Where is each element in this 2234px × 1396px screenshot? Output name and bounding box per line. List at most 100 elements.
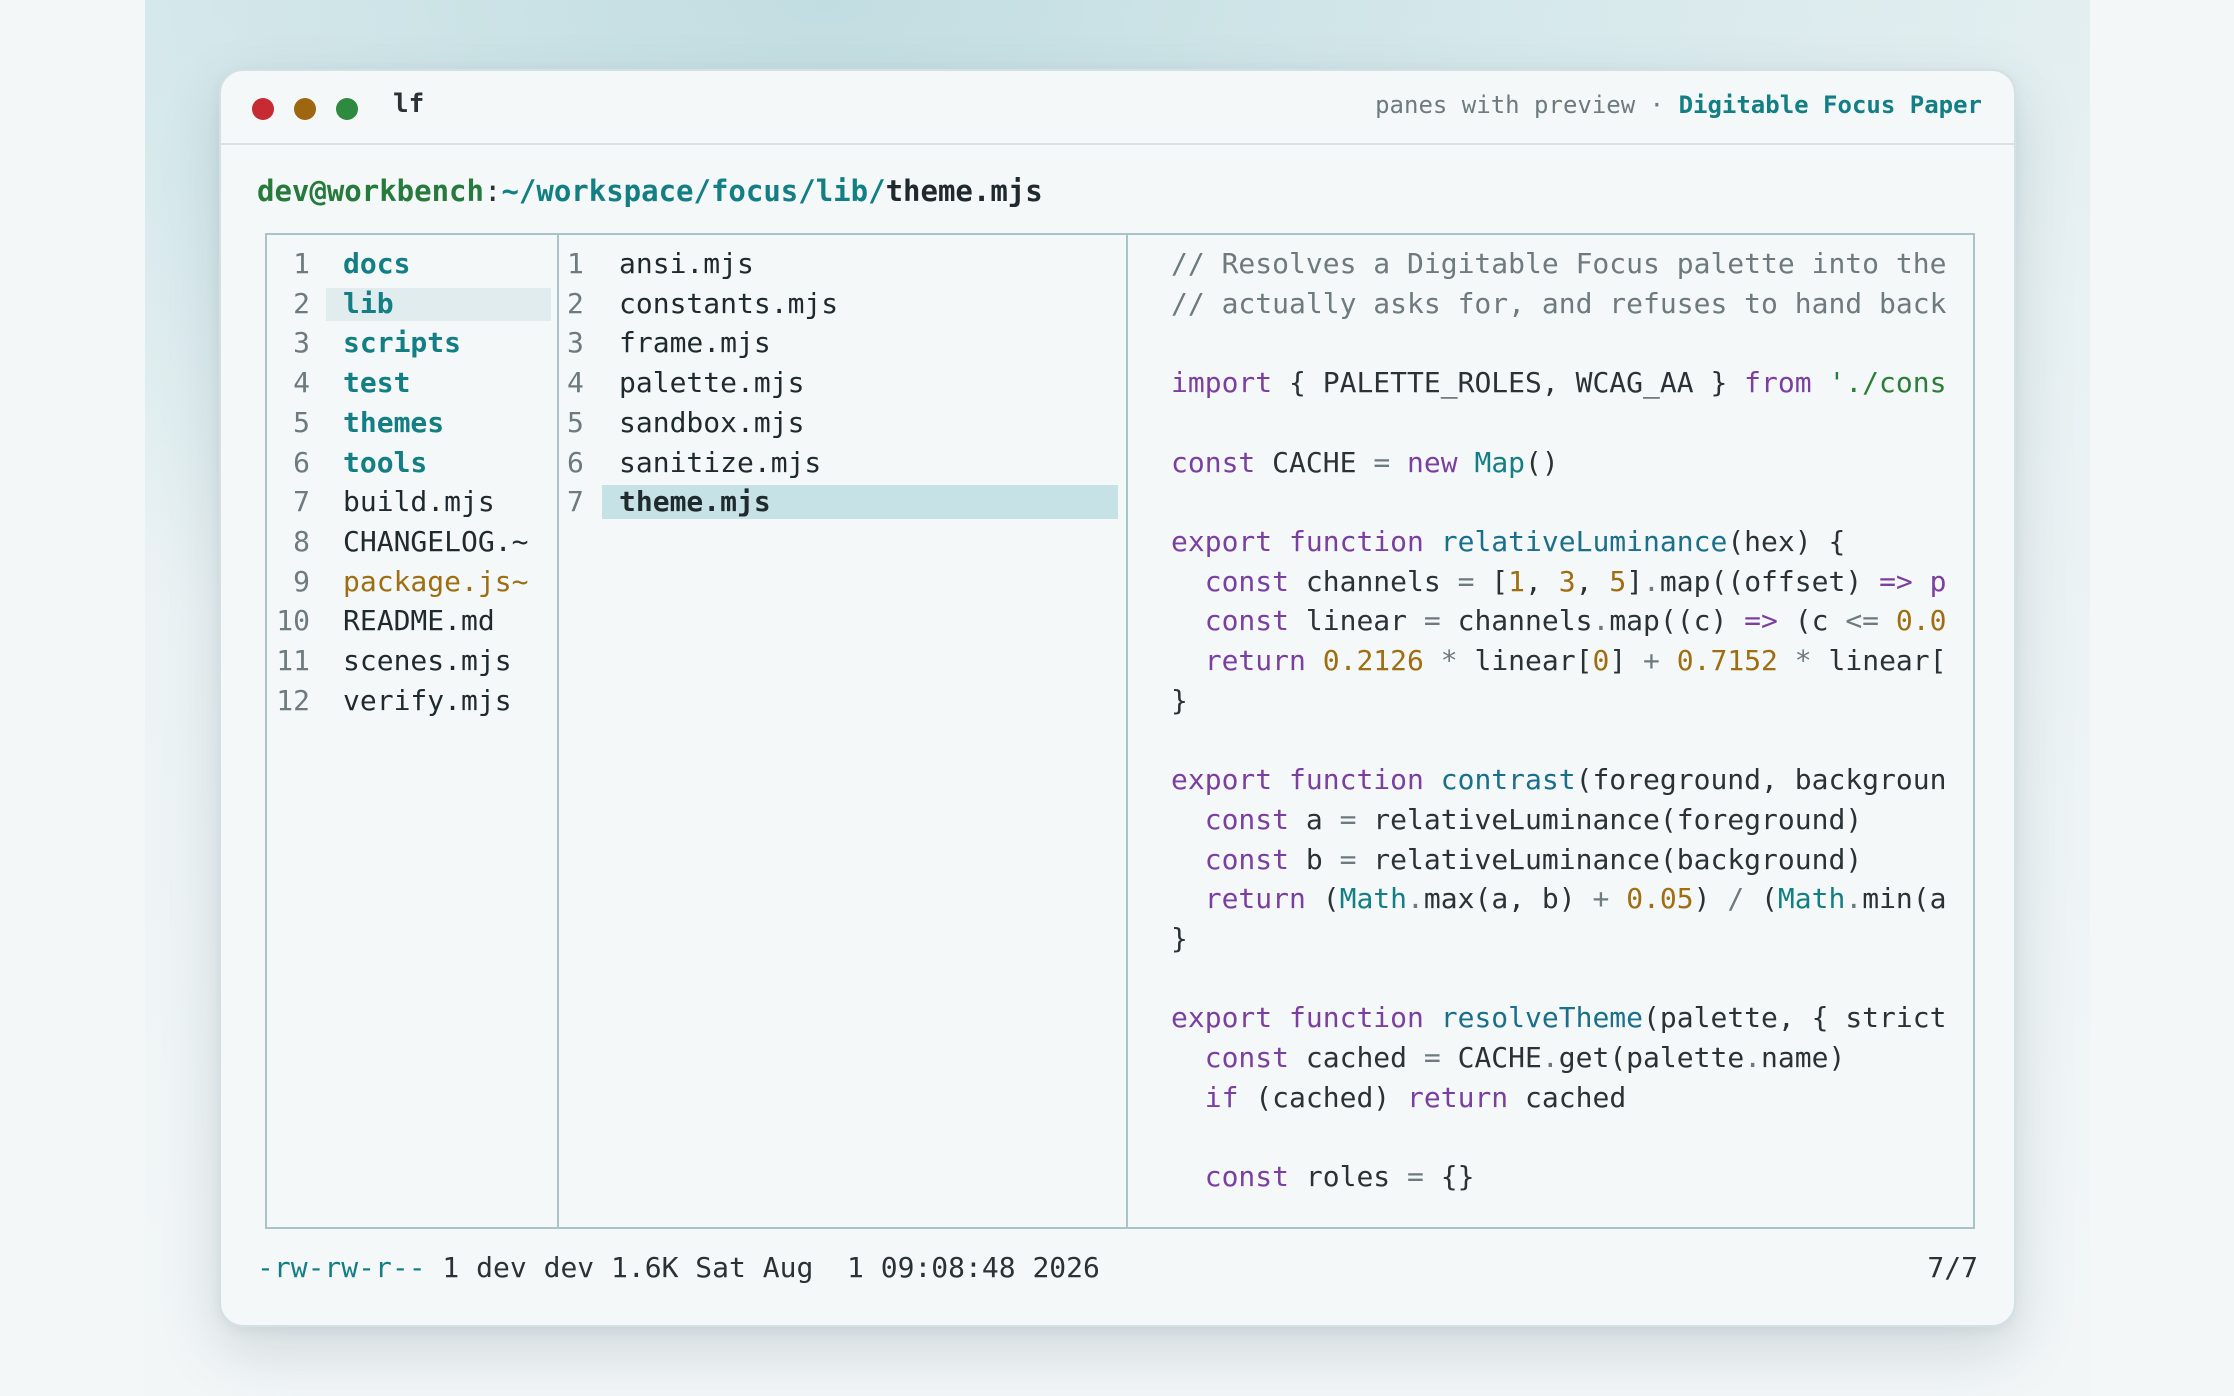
code-token: function	[1289, 1001, 1424, 1035]
file-preview-pane: // Resolves a Digitable Focus palette in…	[1128, 235, 1973, 1227]
parent-list-item[interactable]: 3 scripts	[267, 323, 557, 363]
line-number: 1	[293, 247, 310, 280]
entry-name: test	[343, 366, 411, 400]
code-token: .	[1541, 1041, 1559, 1074]
entry-name: theme.mjs	[619, 485, 771, 519]
line-number: 1	[567, 247, 584, 280]
code-line: return 0.2126 * linear[0] + 0.7152 * lin…	[1171, 641, 1947, 681]
parent-list-item[interactable]: 9 package.js~	[267, 562, 557, 602]
code-line: const cached = CACHE.get(palette.name)	[1171, 1038, 1846, 1078]
code-token: const	[1204, 564, 1290, 598]
code-token: =	[1457, 564, 1475, 598]
parent-list-item[interactable]: 7 build.mjs	[267, 482, 557, 522]
code-token: Math	[1339, 882, 1408, 916]
code-token: './cons	[1828, 366, 1947, 400]
file-list-item[interactable]: 2 constants.mjs	[559, 284, 1126, 324]
code-token: new	[1407, 445, 1458, 479]
maximize-window-button[interactable]	[336, 98, 358, 120]
code-token: )	[1693, 882, 1728, 916]
prompt-user-host: dev@workbench	[257, 174, 484, 208]
code-token: const	[1204, 842, 1290, 876]
code-token: max(a, b)	[1423, 882, 1593, 916]
code-token: 3	[1558, 564, 1576, 598]
code-token: from	[1744, 366, 1812, 400]
code-token: .	[1643, 564, 1660, 598]
close-window-button[interactable]	[252, 98, 274, 120]
line-number: 3	[567, 326, 584, 360]
entry-name: package.js~	[343, 564, 529, 598]
line-number: 8	[293, 524, 310, 558]
code-line: const linear = channels.map((c) => (c <=…	[1171, 601, 1947, 641]
code-token: 1	[1508, 564, 1526, 598]
code-token: channels	[1289, 564, 1458, 598]
file-list-item[interactable]: 7 theme.mjs	[559, 482, 1126, 522]
parent-list-item[interactable]: 5 themes	[267, 403, 557, 443]
line-number: 10	[276, 604, 310, 638]
subtitle-separator: ·	[1649, 91, 1665, 119]
prompt-directory: ~/workspace/focus/lib/	[501, 174, 886, 208]
code-token: =>	[1744, 604, 1778, 638]
code-line: import { PALETTE_ROLES, WCAG_AA } from '…	[1171, 363, 1946, 403]
code-token: *	[1794, 644, 1812, 677]
code-line: }	[1171, 919, 1188, 959]
parent-list-item[interactable]: 12 verify.mjs	[267, 681, 557, 721]
entry-name: verify.mjs	[343, 683, 512, 717]
code-token: =	[1339, 802, 1357, 836]
entry-name: sandbox.mjs	[619, 405, 805, 439]
entry-name: lib	[343, 286, 394, 320]
minimize-window-button[interactable]	[294, 98, 316, 120]
code-token: (c	[1777, 604, 1846, 638]
theme-name: Digitable Focus Paper	[1678, 91, 1982, 119]
code-token: .	[1744, 1041, 1762, 1074]
code-token: relativeLuminance(background)	[1356, 842, 1863, 876]
code-token: /	[1727, 882, 1745, 916]
file-list-item[interactable]: 1 ansi.mjs	[559, 244, 1126, 284]
parent-list-item[interactable]: 6 tools	[267, 443, 557, 483]
line-number: 6	[567, 445, 584, 479]
title-bar: lf panes with preview · Digitable Focus …	[221, 71, 2014, 145]
code-token: p	[1929, 564, 1947, 598]
code-line: const channels = [1, 3, 5].map((offset) …	[1171, 562, 1947, 602]
line-number: 12	[276, 683, 310, 717]
code-token: function	[1289, 763, 1424, 797]
code-token: a	[1289, 802, 1340, 836]
line-number: 5	[293, 405, 310, 439]
parent-list-item[interactable]: 2 lib	[267, 284, 557, 324]
terminal-window: lf panes with preview · Digitable Focus …	[219, 69, 2016, 1327]
file-manager-panes: 1 docs 2 lib 3 scripts 4 test 5 themes 6 tools 7 buil…	[265, 233, 1975, 1229]
parent-list-item[interactable]: 1 docs	[267, 244, 557, 284]
entry-name: scripts	[343, 326, 462, 360]
code-line: // actually asks for, and refuses to han…	[1171, 284, 1946, 324]
shell-prompt: dev@workbench:~/workspace/focus/lib/them…	[257, 174, 1043, 208]
file-list-item[interactable]: 3 frame.mjs	[559, 323, 1126, 363]
line-number: 6	[293, 445, 310, 479]
line-number: 7	[293, 485, 310, 519]
code-token: 0	[1592, 644, 1610, 677]
code-token: relativeLuminance	[1440, 524, 1728, 558]
code-token: name)	[1761, 1041, 1846, 1074]
code-token: =	[1339, 842, 1357, 876]
line-number: 7	[567, 485, 584, 519]
code-token: export	[1171, 524, 1273, 558]
entry-name: palette.mjs	[619, 366, 805, 400]
code-token: ]	[1626, 564, 1644, 598]
parent-list-item[interactable]: 11 scenes.mjs	[267, 641, 557, 681]
file-list-item[interactable]: 6 sanitize.mjs	[559, 443, 1126, 483]
parent-list-item[interactable]: 4 test	[267, 363, 557, 403]
parent-list-item[interactable]: 8 CHANGELOG.~	[267, 522, 557, 562]
code-token: linear	[1289, 604, 1424, 638]
entry-name: constants.mjs	[619, 286, 839, 320]
parent-list-item[interactable]: 10 README.md	[267, 601, 557, 641]
file-list-item[interactable]: 4 palette.mjs	[559, 363, 1126, 403]
file-list-item[interactable]: 5 sandbox.mjs	[559, 403, 1126, 443]
parent-directory-pane: 1 docs 2 lib 3 scripts 4 test 5 themes 6 tools 7 buil…	[267, 235, 559, 1227]
